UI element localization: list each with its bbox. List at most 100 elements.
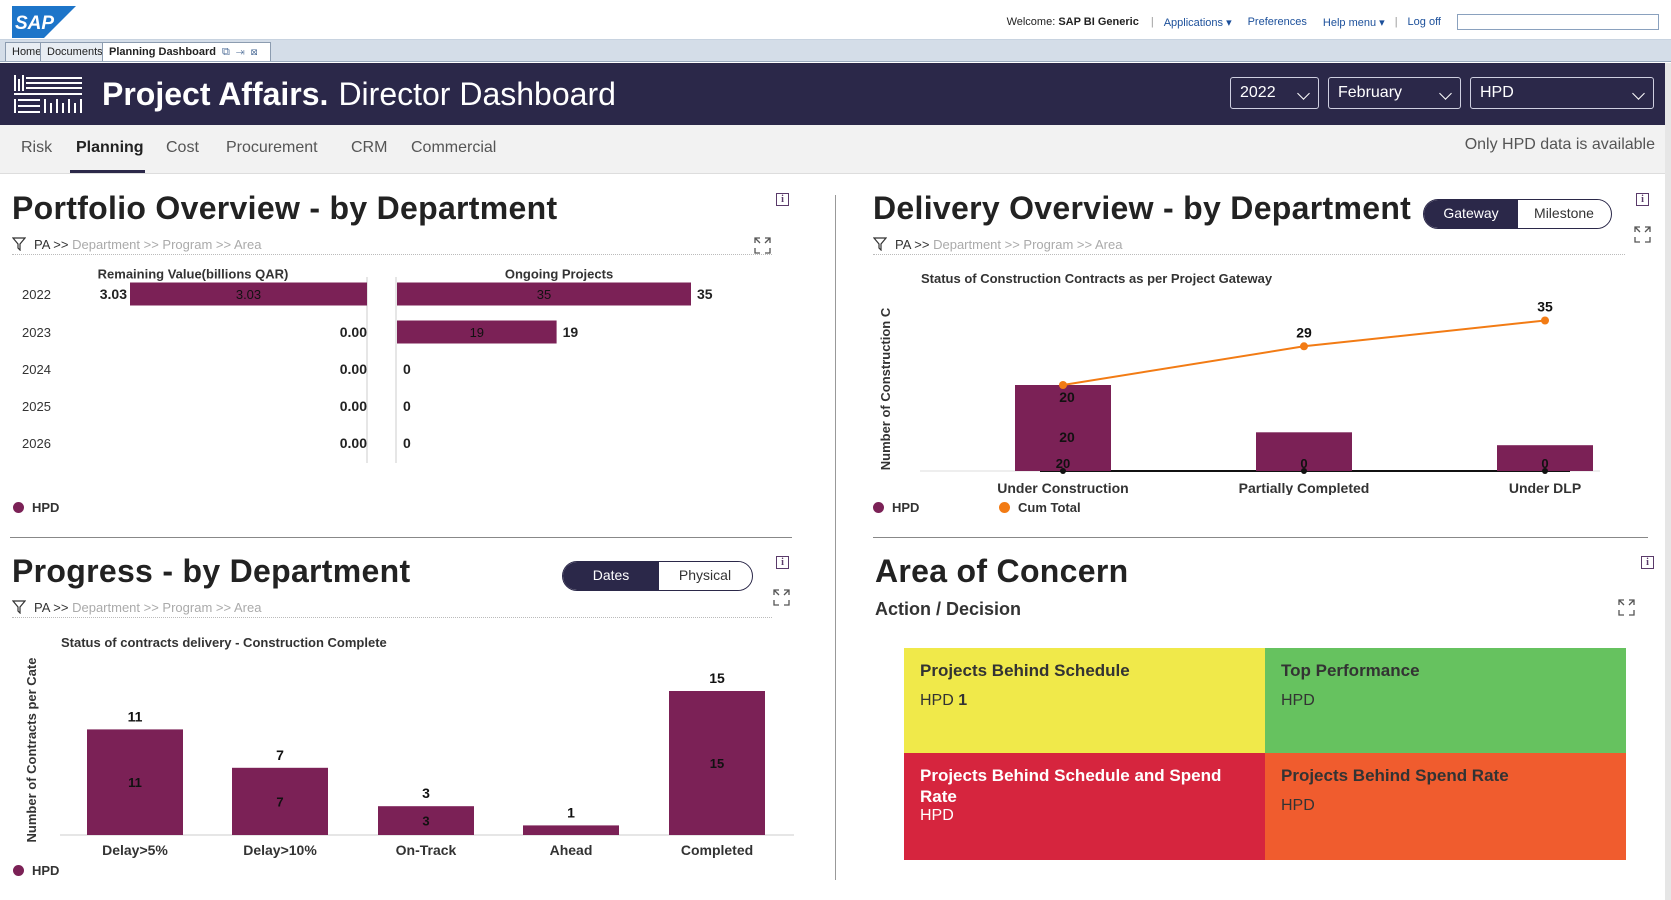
panel-divider [873, 537, 1648, 538]
delivery-y-axis-label: Number of Construction C [880, 307, 893, 470]
cell-behind-schedule[interactable]: Projects Behind Schedule HPD 1 [904, 648, 1265, 753]
chevron-down-icon [1632, 87, 1645, 100]
tab-planning-dashboard[interactable]: Planning Dashboard ⧉⇥⊠ [102, 42, 271, 61]
nav-active-indicator [70, 170, 145, 173]
cum-total-point [1541, 316, 1549, 325]
nav-planning[interactable]: Planning [76, 139, 144, 157]
bar-value-label: 0 [403, 361, 411, 377]
bar-value-label: 1 [567, 804, 575, 820]
dates-physical-toggle[interactable]: Dates Physical [562, 561, 753, 591]
bar-value-label: 19 [563, 324, 579, 340]
expand-icon[interactable] [1618, 599, 1635, 616]
category-tick-label: Delay>5% [102, 842, 168, 858]
panel-divider [10, 537, 792, 538]
applications-menu[interactable]: Applications ▾ [1164, 16, 1232, 29]
help-menu[interactable]: Help menu ▾ [1323, 16, 1385, 29]
nav-risk[interactable]: Risk [21, 139, 52, 157]
filter-icon[interactable] [12, 600, 26, 614]
cell-top-performance[interactable]: Top Performance HPD [1265, 648, 1626, 753]
cum-total-label: 20 [1059, 389, 1075, 405]
bar-inner-label: 7 [276, 794, 283, 809]
bar-value-label: 0.00 [340, 398, 367, 414]
portfolio-breadcrumb[interactable]: PA >> Department >> Program >> Area [12, 237, 772, 255]
gateway-milestone-toggle[interactable]: Gateway Milestone [1423, 199, 1612, 229]
category-tick-label: Delay>10% [243, 842, 317, 858]
ongoing-projects-title: Ongoing Projects [505, 267, 613, 282]
project-affairs-logo-icon [14, 75, 82, 113]
bar-value-label: 0.00 [340, 324, 367, 340]
cell-behind-spend-rate[interactable]: Projects Behind Spend Rate HPD [1265, 753, 1626, 860]
filter-icon[interactable] [873, 237, 887, 251]
month-select[interactable]: February [1328, 77, 1461, 109]
info-icon[interactable]: i [1641, 556, 1654, 569]
year-tick-label: 2024 [22, 362, 51, 377]
legend-dot [13, 865, 24, 876]
user-name: SAP BI Generic [1058, 16, 1139, 28]
portfolio-legend: HPD [13, 500, 59, 515]
bar-inner-label: 15 [710, 756, 724, 771]
progress-breadcrumb[interactable]: PA >> Department >> Program >> Area [12, 600, 772, 618]
concern-subtitle: Action / Decision [875, 599, 1022, 619]
nav-cost[interactable]: Cost [166, 139, 199, 157]
legend-dot [999, 502, 1010, 513]
bar-value-label: 15 [709, 670, 725, 686]
year-select[interactable]: 2022 [1230, 77, 1319, 109]
milestone-option[interactable]: Milestone [1518, 200, 1610, 228]
portfolio-title: Portfolio Overview - by Department [12, 190, 558, 226]
portal-search-input[interactable] [1457, 14, 1659, 30]
nav-crm[interactable]: CRM [351, 139, 387, 157]
preferences-link[interactable]: Preferences [1248, 16, 1307, 28]
portfolio-chart: Remaining Value(billions QAR) Ongoing Pro… [22, 267, 713, 463]
dates-option[interactable]: Dates [563, 562, 659, 590]
portal-links: Welcome: SAP BI Generic | Applications ▾… [1007, 14, 1659, 30]
gateway-option[interactable]: Gateway [1424, 200, 1518, 228]
chevron-down-icon [1297, 87, 1310, 100]
bar-value-label: 7 [276, 747, 284, 763]
remaining-value-title: Remaining Value(billions QAR) [98, 267, 289, 282]
progress-title: Progress - by Department [12, 553, 411, 589]
bar-inner-label: 3 [422, 814, 429, 829]
progress-legend: HPD [13, 863, 59, 878]
delivery-legend-hpd: HPD [873, 500, 919, 515]
bar-value-label: 3.03 [100, 286, 127, 302]
panel-divider [835, 195, 836, 880]
bar-value-label: 3 [422, 785, 430, 801]
concern-title: Area of Concern [875, 553, 1129, 589]
sap-logo[interactable]: SAP [12, 6, 76, 38]
nav-procurement[interactable]: Procurement [226, 139, 318, 157]
filter-icon[interactable] [12, 237, 26, 251]
nav-commercial[interactable]: Commercial [411, 139, 496, 157]
legend-dot [873, 502, 884, 513]
vertical-scrollbar[interactable] [1665, 63, 1671, 900]
department-select[interactable]: HPD [1470, 77, 1654, 109]
section-nav: Risk Planning Cost Procurement CRM Comme… [0, 125, 1671, 174]
cum-total-label: 29 [1296, 324, 1312, 340]
bar-inner-label: 19 [470, 325, 484, 340]
cum-total-label: 35 [1537, 299, 1553, 315]
welcome-text: Welcome: SAP BI Generic [1006, 16, 1139, 28]
progress-bar [523, 825, 619, 835]
info-icon[interactable]: i [776, 193, 789, 206]
year-tick-label: 2026 [22, 436, 51, 451]
category-tick-label: Completed [681, 842, 753, 858]
portal-tabs: Home Documents Planning Dashboard ⧉⇥⊠ [0, 40, 1671, 62]
bar-value-label: 0 [403, 398, 411, 414]
info-icon[interactable]: i [776, 556, 789, 569]
expand-icon[interactable] [1634, 226, 1651, 243]
bar-inner-label: 3.03 [236, 287, 261, 302]
info-icon[interactable]: i [1636, 193, 1649, 206]
delivery-legend-cum: Cum Total [999, 500, 1081, 515]
cell-behind-schedule-spend[interactable]: Projects Behind Schedule and Spend Rate … [904, 753, 1265, 860]
delivery-breadcrumb[interactable]: PA >> Department >> Program >> Area [873, 237, 1625, 255]
baseline-point [1301, 468, 1307, 474]
year-tick-label: 2023 [22, 325, 51, 340]
tab-documents[interactable]: Documents [40, 42, 110, 61]
tab-action-icons[interactable]: ⧉⇥⊠ [222, 46, 264, 58]
sap-logo-text: SAP [15, 13, 54, 34]
expand-icon[interactable] [773, 589, 790, 606]
physical-option[interactable]: Physical [659, 562, 751, 590]
logoff-link[interactable]: Log off [1408, 16, 1441, 28]
bar-value-label: 35 [697, 286, 713, 302]
dashboard-title: Project Affairs. Director Dashboard [102, 76, 616, 112]
category-tick-label: Under Construction [997, 480, 1128, 495]
